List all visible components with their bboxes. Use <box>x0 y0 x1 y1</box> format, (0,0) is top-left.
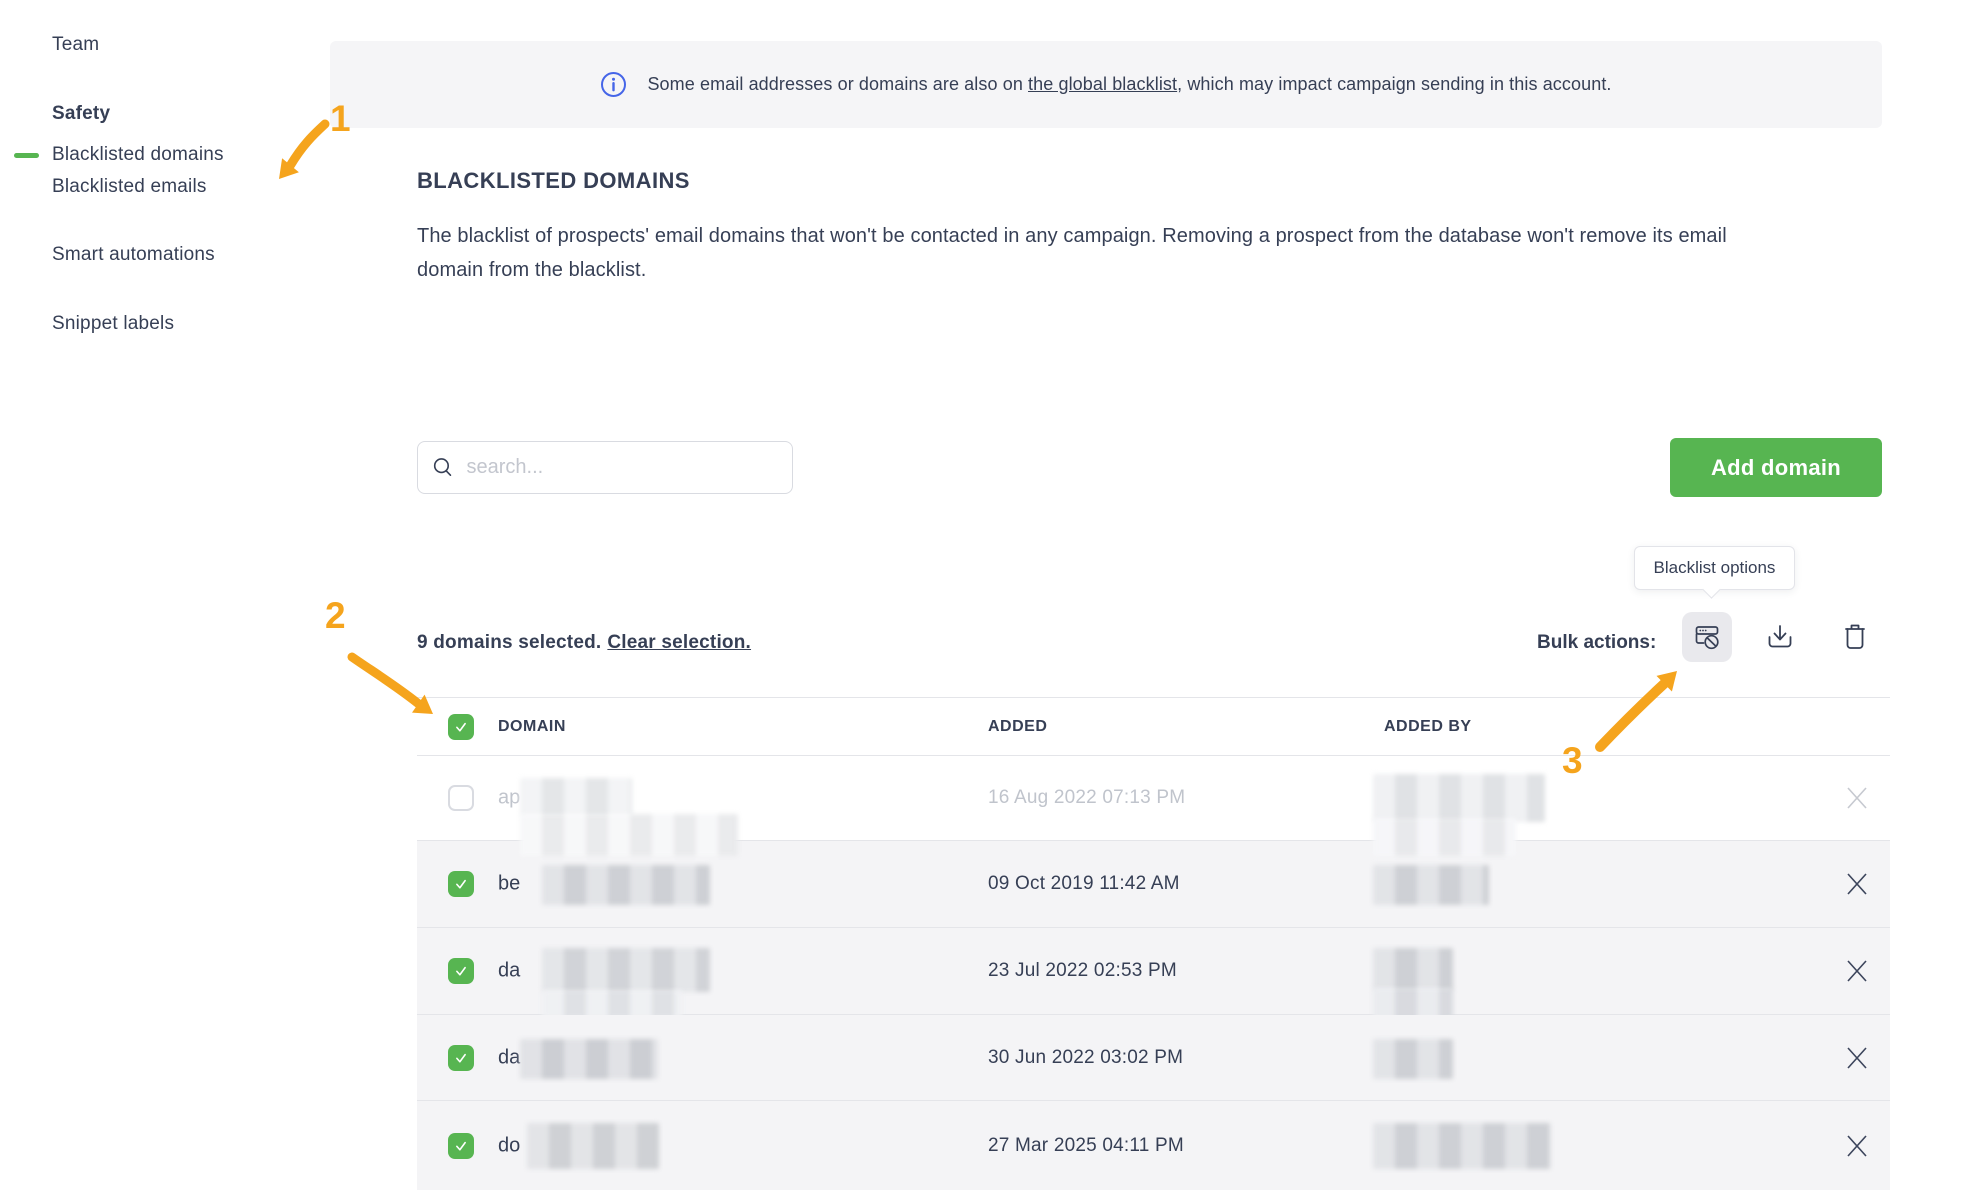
global-blacklist-info-banner: Some email addresses or domains are also… <box>330 41 1882 128</box>
sidebar-item-smart-automations[interactable]: Smart automations <box>52 244 215 266</box>
redacted-domain <box>520 1039 658 1079</box>
remove-row-button[interactable] <box>1829 949 1885 993</box>
check-icon <box>452 875 470 893</box>
sidebar-section-safety: Safety <box>52 103 110 125</box>
row-checkbox[interactable] <box>448 871 474 897</box>
added-cell: 09 Oct 2019 11:42 AM <box>988 873 1180 895</box>
select-all-checkbox[interactable] <box>448 714 474 740</box>
row-checkbox[interactable] <box>448 1045 474 1071</box>
column-header-added-by[interactable]: ADDED BY <box>1384 718 1472 736</box>
redacted-domain <box>542 865 710 905</box>
redacted-domain <box>542 948 710 992</box>
global-blacklist-link[interactable]: the global blacklist <box>1028 74 1177 94</box>
row-checkbox[interactable] <box>448 958 474 984</box>
banner-text: Some email addresses or domains are also… <box>647 74 1611 95</box>
remove-row-button[interactable] <box>1829 1124 1885 1168</box>
close-icon <box>1844 785 1870 811</box>
info-icon <box>600 71 627 98</box>
remove-row-button[interactable] <box>1829 776 1885 820</box>
page-title: BLACKLISTED DOMAINS <box>417 168 690 194</box>
domain-cell: da <box>498 960 520 983</box>
bulk-actions-label: Bulk actions: <box>1537 632 1656 654</box>
bulk-export-button[interactable] <box>1758 615 1802 659</box>
redacted-added-by <box>1373 948 1453 990</box>
selection-summary: 9 domains selected. Clear selection. <box>417 632 751 654</box>
bulk-delete-button[interactable] <box>1833 615 1877 659</box>
clear-selection-link[interactable]: Clear selection. <box>607 632 751 653</box>
selection-count: 9 domains selected. <box>417 632 601 653</box>
table-row: da 23 Jul 2022 02:53 PM <box>417 928 1890 1015</box>
sidebar-item-team[interactable]: Team <box>52 34 99 56</box>
trash-icon <box>1839 621 1871 653</box>
check-icon <box>452 1137 470 1155</box>
redacted-added-by <box>1373 865 1489 905</box>
search-icon <box>432 455 455 480</box>
check-icon <box>452 718 470 736</box>
redacted-domain <box>520 778 632 816</box>
sidebar-item-snippet-labels[interactable]: Snippet labels <box>52 313 174 335</box>
table-row: da 30 Jun 2022 03:02 PM <box>417 1015 1890 1101</box>
sidebar-item-blacklisted-domains[interactable]: Blacklisted domains <box>52 144 224 166</box>
search-input[interactable] <box>467 456 779 479</box>
blacklist-options-icon <box>1692 622 1722 652</box>
annotation-arrow-1 <box>250 110 342 202</box>
row-checkbox[interactable] <box>448 1133 474 1159</box>
added-cell: 30 Jun 2022 03:02 PM <box>988 1047 1183 1069</box>
tooltip-label: Blacklist options <box>1654 558 1776 578</box>
check-icon <box>452 1049 470 1067</box>
redacted-added-by <box>1373 774 1545 822</box>
annotation-step-1: 1 <box>330 98 351 140</box>
annotation-step-3: 3 <box>1562 740 1583 782</box>
redacted-added-by <box>1373 1039 1453 1079</box>
download-icon <box>1764 621 1796 653</box>
domain-cell: ap <box>498 787 520 810</box>
table-header-row: DOMAIN ADDED ADDED BY <box>417 697 1890 756</box>
added-cell: 27 Mar 2025 04:11 PM <box>988 1135 1184 1157</box>
table-row: ap 16 Aug 2022 07:13 PM <box>417 756 1890 841</box>
redacted-added-by <box>1373 1123 1551 1169</box>
bulk-blacklist-options-button[interactable] <box>1682 612 1732 662</box>
added-cell: 23 Jul 2022 02:53 PM <box>988 960 1177 982</box>
active-item-indicator <box>14 153 39 158</box>
row-checkbox[interactable] <box>448 785 474 811</box>
check-icon <box>452 962 470 980</box>
redacted-added-by <box>1373 818 1516 856</box>
remove-row-button[interactable] <box>1829 1036 1885 1080</box>
added-cell: 16 Aug 2022 07:13 PM <box>988 787 1185 809</box>
domain-cell: da <box>498 1046 520 1069</box>
domain-cell: be <box>498 873 520 896</box>
close-icon <box>1844 1045 1870 1071</box>
redacted-domain <box>542 990 682 1018</box>
close-icon <box>1844 1133 1870 1159</box>
sidebar-item-blacklisted-emails[interactable]: Blacklisted emails <box>52 176 207 198</box>
close-icon <box>1844 871 1870 897</box>
remove-row-button[interactable] <box>1829 862 1885 906</box>
page-description: The blacklist of prospects' email domain… <box>417 219 1762 287</box>
add-domain-button[interactable]: Add domain <box>1670 438 1882 497</box>
column-header-domain[interactable]: DOMAIN <box>498 718 566 736</box>
blacklist-options-tooltip: Blacklist options <box>1634 546 1795 590</box>
close-icon <box>1844 958 1870 984</box>
redacted-domain <box>520 814 738 856</box>
annotation-step-2: 2 <box>325 595 346 637</box>
column-header-added[interactable]: ADDED <box>988 718 1047 736</box>
tooltip-caret <box>1702 580 1720 598</box>
redacted-domain <box>527 1123 659 1169</box>
table-row: do 27 Mar 2025 04:11 PM <box>417 1101 1890 1190</box>
domain-cell: do <box>498 1134 520 1157</box>
search-box <box>417 441 793 494</box>
